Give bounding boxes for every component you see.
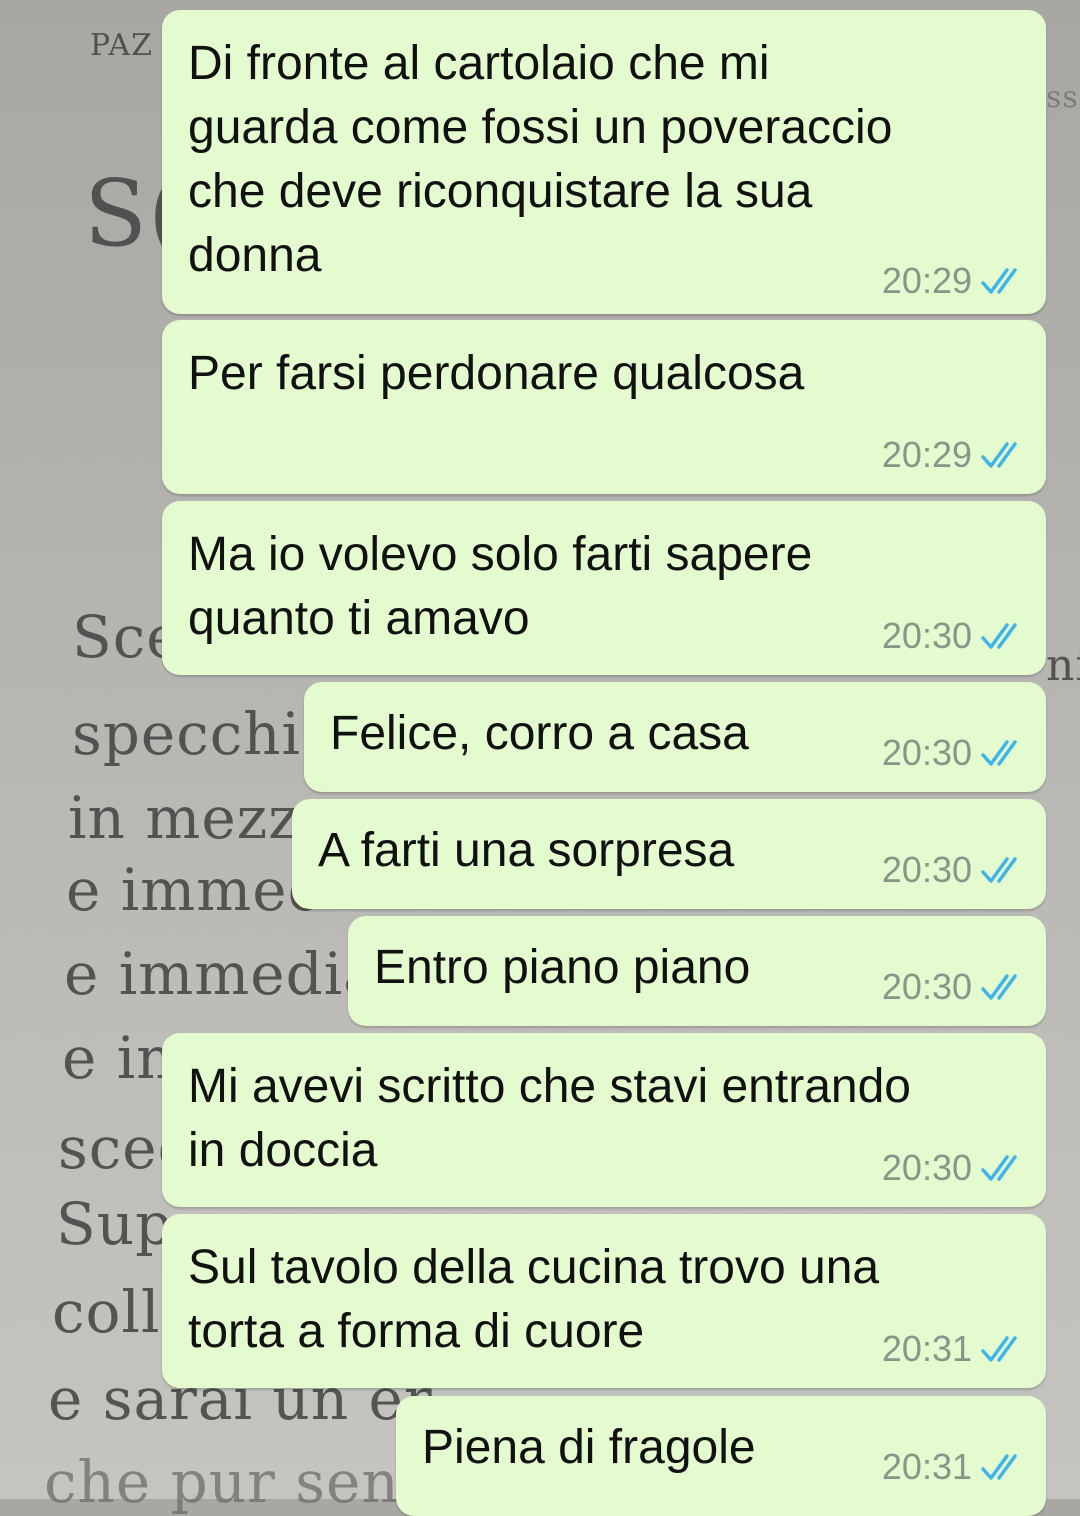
bg-fragment: che pur senz — [44, 1448, 432, 1516]
bg-fragment: Sup — [56, 1190, 174, 1258]
message-bubble[interactable]: Entro piano piano 20:30 — [348, 916, 1046, 1026]
message-meta: 20:30 — [882, 732, 1024, 774]
message-meta: 20:29 — [882, 434, 1024, 476]
message-bubble[interactable]: Per farsi perdonare qualcosa 20:29 — [162, 320, 1046, 494]
message-bubble[interactable]: Mi avevi scritto che stavi entrando in d… — [162, 1033, 1046, 1207]
bg-fragment: coll — [52, 1278, 161, 1346]
bg-fragment: e immec — [66, 856, 322, 924]
message-time: 20:30 — [881, 849, 972, 890]
message-time: 20:31 — [881, 1328, 972, 1369]
bg-fragment: specchio — [72, 700, 338, 768]
message-bubble[interactable]: Piena di fragole 20:31 — [396, 1396, 1046, 1516]
message-bubble[interactable]: Felice, corro a casa 20:30 — [304, 682, 1046, 792]
message-time: 20:30 — [881, 966, 972, 1007]
message-bubble[interactable]: Sul tavolo della cucina trovo una torta … — [162, 1214, 1046, 1388]
message-meta: 20:30 — [882, 615, 1024, 657]
message-bubble[interactable]: A farti una sorpresa 20:30 — [292, 799, 1046, 909]
message-meta: 20:30 — [882, 966, 1024, 1008]
message-bubble[interactable]: Ma io volevo solo farti sapere quanto ti… — [162, 501, 1046, 675]
double-check-read-icon — [981, 268, 1017, 294]
message-time: 20:30 — [881, 732, 972, 773]
double-check-read-icon — [981, 442, 1017, 468]
message-meta: 20:31 — [882, 1446, 1024, 1488]
bg-fragment: e in — [62, 1024, 175, 1092]
bg-fragment: ss — [1046, 80, 1079, 115]
message-meta: 20:29 — [882, 260, 1024, 302]
double-check-read-icon — [981, 974, 1017, 1000]
bg-fragment: ni — [1046, 640, 1080, 691]
message-bubble[interactable]: Di fronte al cartolaio che mi guarda com… — [162, 10, 1046, 314]
message-time: 20:30 — [881, 1147, 972, 1188]
double-check-read-icon — [981, 740, 1017, 766]
double-check-read-icon — [981, 1336, 1017, 1362]
message-meta: 20:31 — [882, 1328, 1024, 1370]
message-meta: 20:30 — [882, 849, 1024, 891]
message-meta: 20:30 — [882, 1147, 1024, 1189]
message-text: Di fronte al cartolaio che mi guarda com… — [188, 37, 893, 282]
message-time: 20:30 — [881, 615, 972, 656]
bg-fragment: PAZ — [90, 28, 153, 63]
double-check-read-icon — [981, 1155, 1017, 1181]
double-check-read-icon — [981, 1454, 1017, 1480]
bg-fragment: e immedia — [64, 940, 379, 1008]
message-time: 20:29 — [881, 260, 972, 301]
bg-fragment: in mezz — [68, 784, 300, 852]
double-check-read-icon — [981, 857, 1017, 883]
message-text: Per farsi perdonare qualcosa — [188, 347, 805, 400]
message-time: 20:31 — [881, 1446, 972, 1487]
message-time: 20:29 — [881, 434, 972, 475]
double-check-read-icon — [981, 623, 1017, 649]
